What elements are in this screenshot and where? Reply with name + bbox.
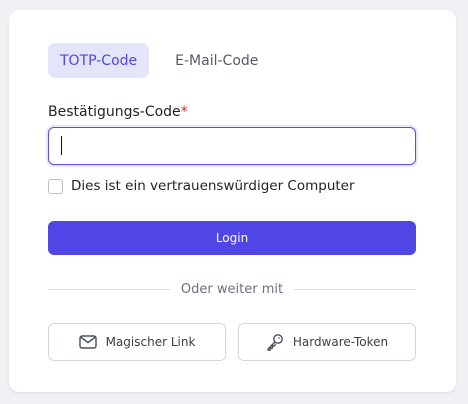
magic-link-button[interactable]: Magischer Link bbox=[48, 323, 226, 361]
required-marker: * bbox=[180, 104, 188, 120]
trusted-computer-checkbox[interactable] bbox=[48, 178, 63, 194]
login-button[interactable]: Login bbox=[48, 221, 416, 255]
code-label-text: Bestätigungs-Code bbox=[48, 104, 181, 120]
text-caret bbox=[61, 136, 62, 155]
method-tabs: TOTP-Code E-Mail-Code bbox=[48, 43, 274, 78]
tab-totp-code[interactable]: TOTP-Code bbox=[48, 43, 150, 78]
divider-line-right bbox=[293, 288, 416, 290]
trusted-computer-row[interactable]: Dies ist ein vertrauenswürdiger Computer bbox=[48, 178, 355, 194]
tab-email-code[interactable]: E-Mail-Code bbox=[159, 43, 274, 78]
verification-code-input[interactable] bbox=[48, 127, 416, 165]
magic-link-label: Magischer Link bbox=[105, 335, 196, 349]
key-icon bbox=[266, 333, 284, 351]
trusted-computer-label[interactable]: Dies ist ein vertrauenswürdiger Computer bbox=[71, 178, 355, 194]
mail-icon bbox=[78, 335, 97, 349]
hardware-token-label: Hardware-Token bbox=[292, 335, 389, 349]
divider-text: Oder weiter mit bbox=[180, 281, 284, 297]
alternatives-divider: Oder weiter mit bbox=[48, 280, 416, 298]
divider-line-left bbox=[48, 288, 171, 290]
code-field-label: Bestätigungs-Code* bbox=[48, 104, 188, 120]
hardware-token-button[interactable]: Hardware-Token bbox=[238, 323, 416, 361]
